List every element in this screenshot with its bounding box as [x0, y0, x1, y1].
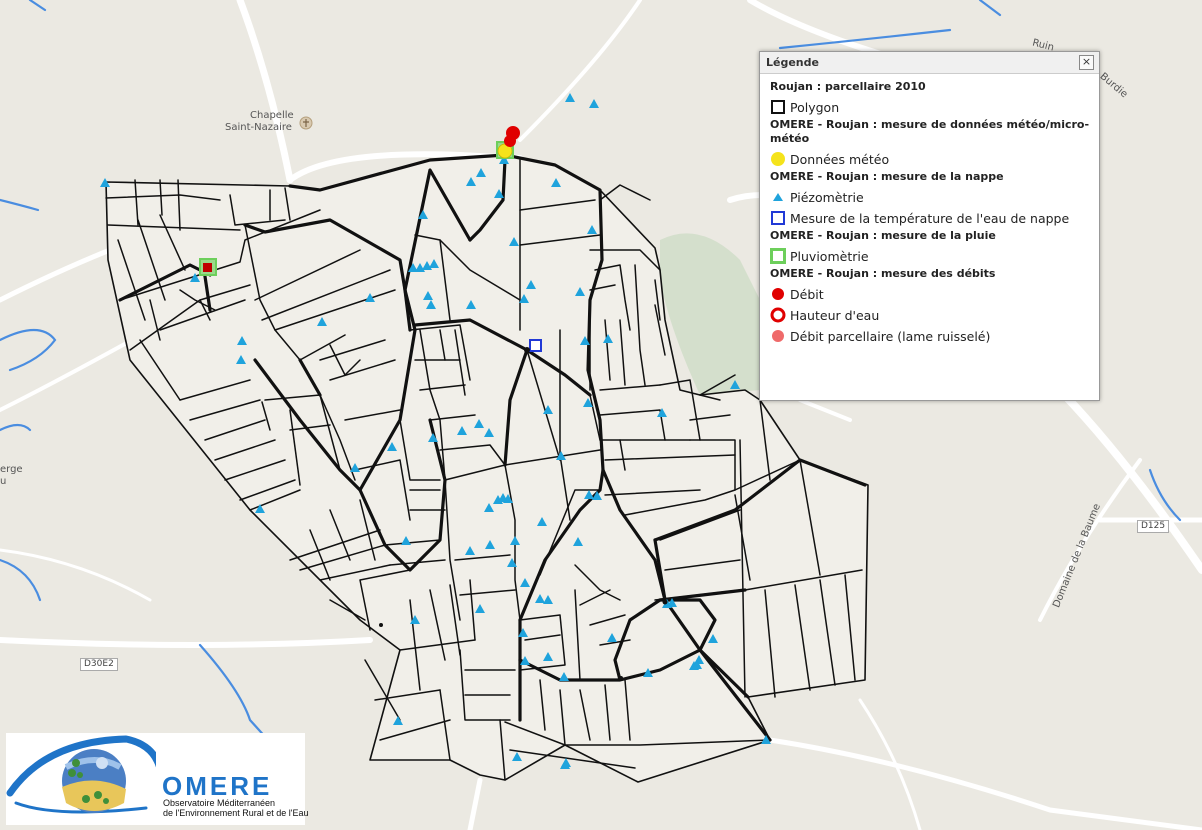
junction-dot [524, 347, 530, 353]
place-label-u: u [0, 476, 7, 487]
legend-item-label: Piézomètrie [790, 189, 864, 205]
omere-logo: OMERE Observatoire Méditerranéen de l'En… [6, 733, 309, 825]
water-temp-marker[interactable] [529, 339, 542, 352]
blue-square-icon [770, 210, 786, 226]
junction-dot-3 [619, 676, 623, 680]
legend-section-heading: OMERE - Roujan : mesure de la nappe [770, 170, 1004, 183]
place-label-erge: erge [0, 464, 23, 475]
legend-section-heading: OMERE - Roujan : mesure de données météo… [770, 118, 1090, 145]
junction-dot-2 [662, 599, 668, 605]
pink-circle-icon [770, 328, 786, 344]
legend-item: Débit [770, 284, 1091, 304]
legend-item: Débit parcellaire (lame ruisselé) [770, 326, 1091, 346]
piezometer-marker[interactable] [561, 758, 571, 767]
blue-triangle-icon [770, 189, 786, 205]
legend-item-label: Données météo [790, 151, 890, 167]
legend-item-label: Polygon [790, 99, 840, 115]
red-ring-icon [770, 307, 786, 323]
legend-body: Roujan : parcellaire 2010 Polygon OMERE - … [770, 80, 1091, 347]
road-shield-d125: D125 [1137, 520, 1170, 533]
legend-item-label: Débit parcellaire (lame ruisselé) [790, 328, 991, 344]
flow-marker-2[interactable] [504, 135, 516, 147]
legend-item: Pluviomètrie [770, 246, 1091, 266]
legend-panel: Légende × Roujan : parcellaire 2010 Polyg… [759, 51, 1100, 401]
legend-item: Données météo [770, 149, 1091, 169]
road-shield-d30e2: D30E2 [80, 658, 118, 671]
legend-section-heading: Roujan : parcellaire 2010 [770, 80, 926, 93]
omere-logo-subtitle-1: Observatoire Méditerranéen [163, 798, 276, 808]
piezometer-marker[interactable] [589, 99, 599, 108]
legend-title: Légende [766, 56, 819, 69]
yellow-circle-icon [770, 151, 786, 167]
red-circle-icon [770, 286, 786, 302]
omere-logo-subtitle-2: de l'Environnement Rural et de l'Eau [163, 808, 309, 818]
legend-item-label: Débit [790, 286, 824, 302]
place-label-chapelle: Chapelle [250, 110, 294, 121]
legend-item-label: Hauteur d'eau [790, 307, 880, 323]
legend-item-label: Pluviomètrie [790, 248, 869, 264]
flow-marker-3[interactable] [203, 263, 212, 272]
omere-logo-emblem [6, 735, 156, 814]
legend-item: Piézomètrie [770, 187, 1091, 207]
legend-close-button[interactable]: × [1079, 55, 1094, 70]
legend-item: Polygon [770, 97, 1091, 117]
green-square-icon [770, 248, 786, 264]
junction-dot-4 [379, 623, 383, 627]
legend-section-heading: OMERE - Roujan : mesure des débits [770, 267, 996, 280]
legend-item-label: Mesure de la température de l'eau de nap… [790, 210, 1070, 226]
legend-item: Hauteur d'eau [770, 305, 1091, 325]
parcel-area [105, 154, 869, 783]
legend-item: Mesure de la température de l'eau de nap… [770, 208, 1091, 228]
place-label-saint-nazaire: Saint-Nazaire [225, 122, 292, 133]
legend-section-heading: OMERE - Roujan : mesure de la pluie [770, 229, 996, 242]
legend-header: Légende × [760, 52, 1099, 74]
polygon-square-icon [770, 99, 786, 115]
